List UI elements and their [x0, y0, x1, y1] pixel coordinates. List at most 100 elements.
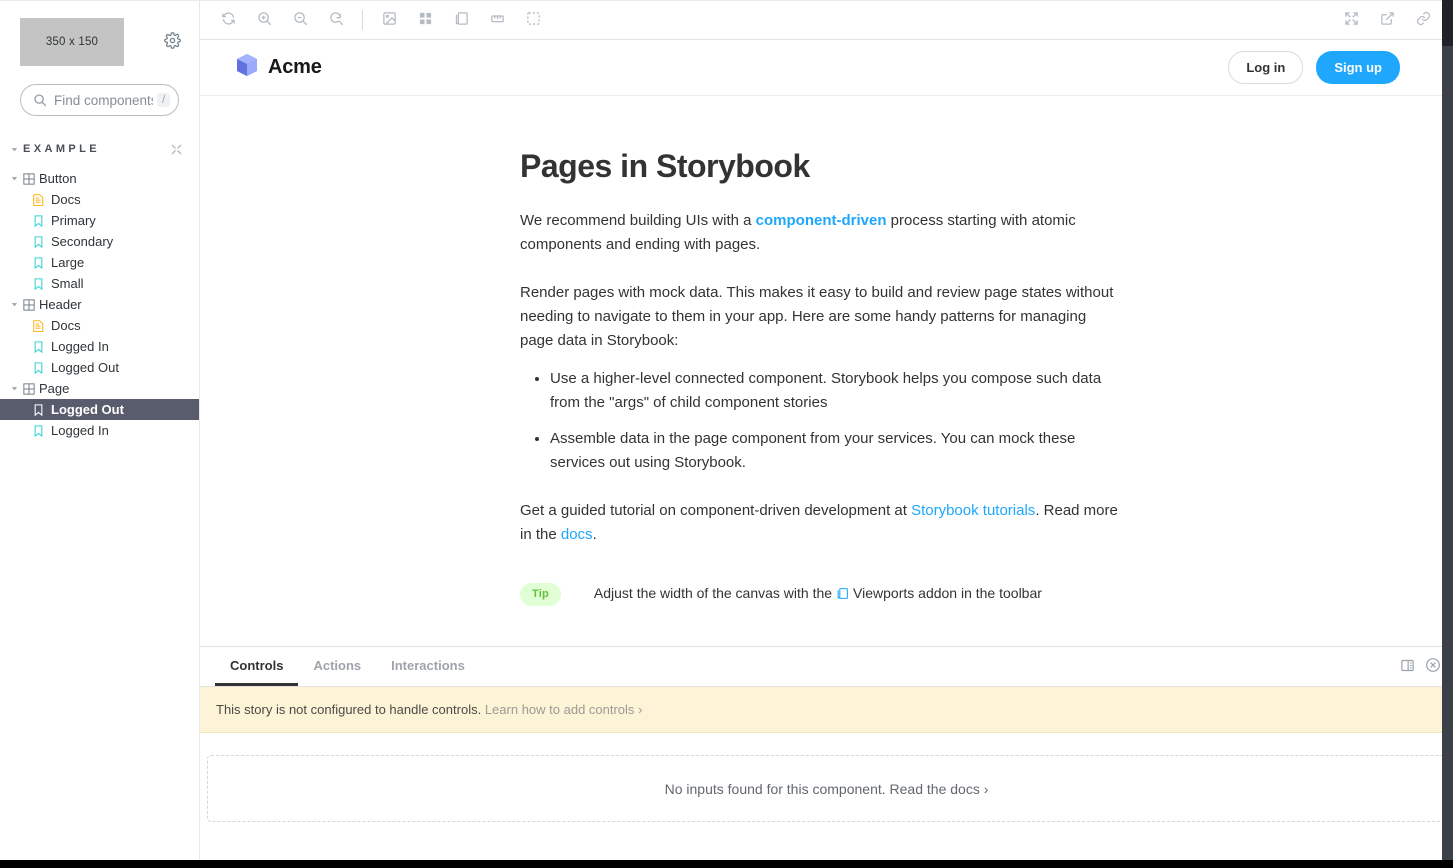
zoom-reset-button[interactable] — [322, 6, 350, 34]
sidebar-brand-row: 350 x 150 — [0, 0, 199, 66]
caret-down-icon[interactable] — [9, 300, 19, 310]
caret-down-icon[interactable] — [9, 174, 19, 184]
tab-interactions[interactable]: Interactions — [376, 647, 480, 686]
close-panel-button[interactable] — [1425, 657, 1441, 676]
preview-brand: Acme — [236, 53, 322, 82]
panel-position-button[interactable] — [1400, 658, 1415, 676]
log-in-button[interactable]: Log in — [1228, 51, 1303, 84]
bookmark-icon — [32, 278, 44, 290]
zoom-in-icon — [257, 11, 272, 29]
search-box[interactable]: / — [20, 84, 179, 116]
fullscreen-button[interactable] — [1337, 6, 1365, 34]
backgrounds-icon — [382, 11, 397, 29]
tree-item-label: Header — [39, 298, 82, 311]
tree-item-logged-out-9[interactable]: Logged Out — [0, 357, 199, 378]
addon-panel: ControlsActionsInteractions — [200, 647, 1453, 868]
open-new-tab-button[interactable] — [1373, 6, 1401, 34]
tip-badge: Tip — [520, 583, 561, 606]
tip-text: Adjust the width of the canvas with the … — [594, 583, 1042, 603]
addon-panel-tabs: ControlsActionsInteractions — [200, 647, 1453, 687]
paragraph-1: We recommend building UIs with a compone… — [520, 209, 1120, 257]
viewport-button[interactable] — [447, 6, 475, 34]
tree-item-header-6[interactable]: Header — [0, 294, 199, 315]
preview-article: Pages in Storybook We recommend building… — [200, 96, 1453, 606]
main-area: Acme Log in Sign up Pages in Storybook W… — [200, 0, 1453, 868]
close-panel-icon — [1425, 657, 1441, 676]
preview-header-actions: Log in Sign up — [1228, 51, 1400, 84]
component-icon — [23, 299, 35, 311]
outline-button[interactable] — [519, 6, 547, 34]
tree-item-secondary-3[interactable]: Secondary — [0, 231, 199, 252]
storybook-tutorials-link[interactable]: Storybook tutorials — [911, 502, 1035, 519]
search-icon — [33, 93, 47, 107]
tree-item-page-10[interactable]: Page — [0, 378, 199, 399]
learn-add-controls-link[interactable]: Learn how to add controls › — [485, 702, 643, 717]
tree-item-label: Logged In — [51, 424, 109, 437]
tree-item-label: Logged In — [51, 340, 109, 353]
tree-item-label: Logged Out — [51, 403, 124, 416]
copy-link-button[interactable] — [1409, 6, 1437, 34]
remount-button[interactable] — [214, 6, 242, 34]
grid-icon — [418, 11, 433, 29]
tip-block: Tip Adjust the width of the canvas with … — [520, 583, 1453, 606]
tip-text-after: Viewports addon in the toolbar — [853, 583, 1042, 603]
tree-item-button-0[interactable]: Button — [0, 168, 199, 189]
chevron-right-icon: › — [984, 781, 989, 797]
grid-button[interactable] — [411, 6, 439, 34]
tree-item-logged-in-8[interactable]: Logged In — [0, 336, 199, 357]
tree-root-example[interactable]: EXAMPLE — [0, 138, 199, 160]
empty-state-message: No inputs found for this component. — [665, 781, 886, 797]
document-icon — [32, 194, 44, 206]
remount-icon — [221, 11, 236, 29]
zoom-out-icon — [293, 11, 308, 29]
viewport-icon — [836, 587, 849, 600]
window-scrollbar-track[interactable] — [1442, 0, 1453, 868]
component-icon — [23, 173, 35, 185]
chevron-right-icon: › — [638, 702, 642, 717]
tree-item-logged-in-12[interactable]: Logged In — [0, 420, 199, 441]
toolbar-right-group — [1333, 6, 1441, 34]
window-scrollbar-thumb[interactable] — [1442, 0, 1453, 46]
paragraph-3-before: Get a guided tutorial on component-drive… — [520, 502, 911, 519]
tree-item-label: Docs — [51, 193, 81, 206]
tree-item-label: Secondary — [51, 235, 113, 248]
paragraph-2: Render pages with mock data. This makes … — [520, 281, 1120, 353]
tab-controls[interactable]: Controls — [215, 647, 298, 686]
caret-down-icon[interactable] — [9, 384, 19, 394]
read-the-docs-link[interactable]: Read the docs › — [890, 781, 989, 797]
settings-button[interactable] — [161, 31, 183, 53]
sidebar: 350 x 150 / — [0, 0, 200, 868]
tree-item-label: Large — [51, 256, 84, 269]
tree-item-docs-1[interactable]: Docs — [0, 189, 199, 210]
outline-icon — [526, 11, 541, 29]
viewport-icon — [454, 11, 469, 29]
gear-icon — [164, 32, 181, 52]
controls-empty-state: No inputs found for this component. Read… — [207, 755, 1446, 822]
tree-item-small-5[interactable]: Small — [0, 273, 199, 294]
tree-item-large-4[interactable]: Large — [0, 252, 199, 273]
cube-logo-icon — [236, 53, 258, 82]
search-input[interactable] — [54, 93, 153, 108]
bookmark-icon — [32, 236, 44, 248]
preview-canvas: Acme Log in Sign up Pages in Storybook W… — [200, 40, 1453, 647]
measure-button[interactable] — [483, 6, 511, 34]
sign-up-button[interactable]: Sign up — [1316, 51, 1400, 84]
tree-item-docs-7[interactable]: Docs — [0, 315, 199, 336]
zoom-in-button[interactable] — [250, 6, 278, 34]
tree-item-logged-out-11[interactable]: Logged Out — [0, 399, 199, 420]
docs-link[interactable]: docs — [561, 526, 593, 543]
toolbar-left-group — [210, 6, 551, 34]
search-shortcut-key: / — [157, 93, 170, 107]
bookmark-icon — [32, 425, 44, 437]
zoom-out-button[interactable] — [286, 6, 314, 34]
backgrounds-button[interactable] — [375, 6, 403, 34]
zoom-reset-icon — [329, 11, 344, 29]
page-title: Pages in Storybook — [520, 148, 1453, 185]
tree-root-left: EXAMPLE — [9, 143, 100, 155]
component-driven-link[interactable]: component-driven — [756, 212, 887, 229]
tab-actions[interactable]: Actions — [298, 647, 376, 686]
pattern-list-item: Assemble data in the page component from… — [550, 427, 1130, 475]
collapse-all-icon[interactable] — [170, 143, 183, 156]
tree-item-primary-2[interactable]: Primary — [0, 210, 199, 231]
read-the-docs-label: Read the docs — [890, 781, 980, 797]
